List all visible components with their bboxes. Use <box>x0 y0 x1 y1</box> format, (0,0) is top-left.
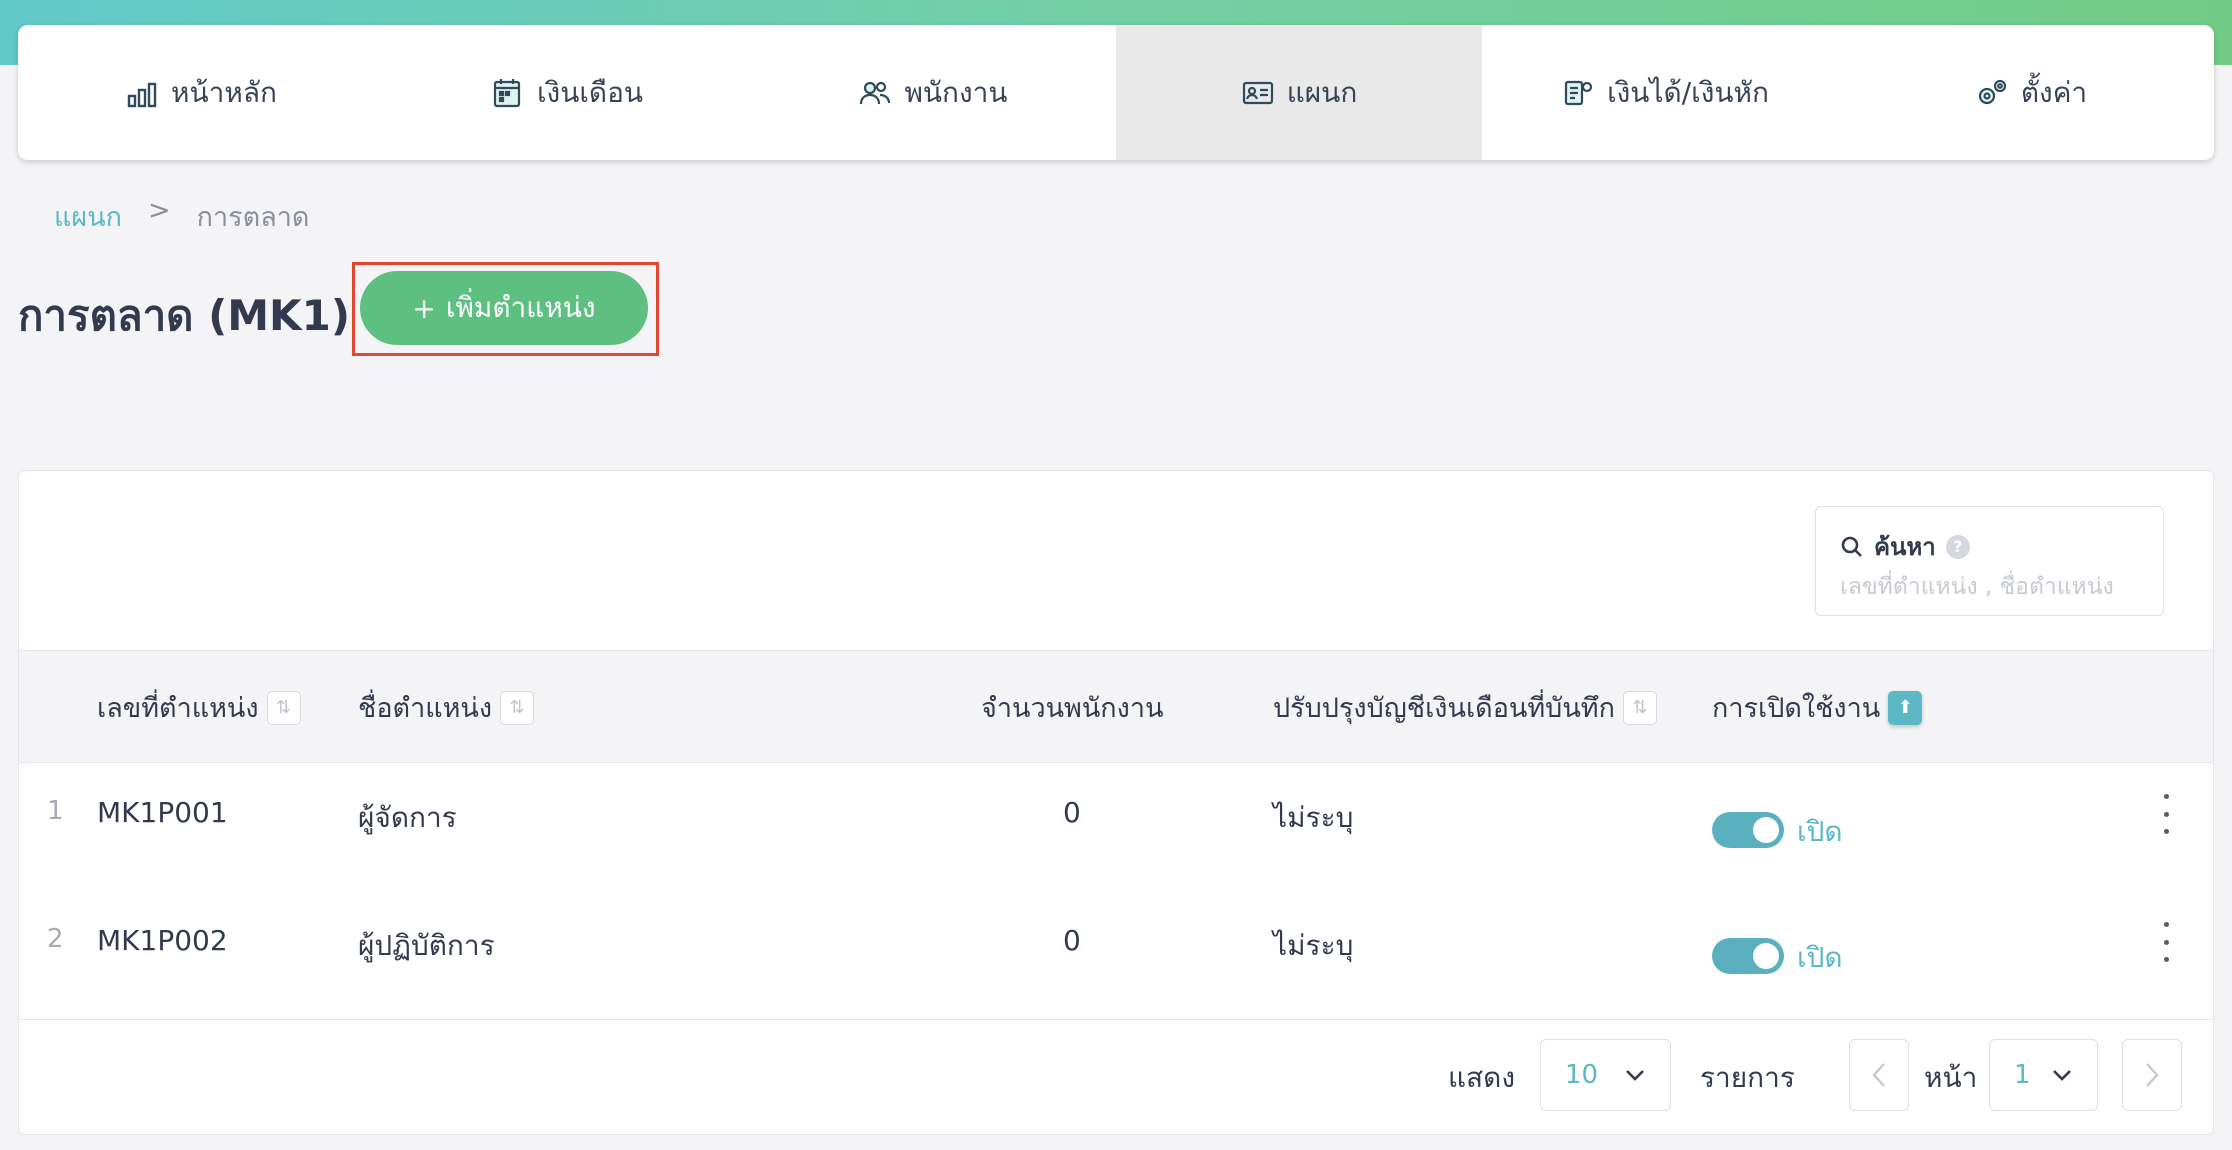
page-label: หน้า <box>1924 1061 1978 1094</box>
calendar-icon <box>493 78 521 107</box>
payroll-update: ไม่ระบุ <box>1273 929 1354 962</box>
users-icon <box>860 81 891 104</box>
gear-icon <box>1978 79 2006 104</box>
nav-label: เงินได้/เงินหัก <box>1607 75 1769 109</box>
position-name: ผู้ปฏิบัติการ <box>358 929 495 962</box>
breadcrumb: แผนก > การตลาด <box>54 195 309 238</box>
more-actions-icon[interactable] <box>2156 922 2176 962</box>
search-icon <box>1841 536 1862 557</box>
main-nav: หน้าหลัก เงินเดือน พนักงาน แผนก เงินได้/… <box>18 25 2214 160</box>
header-employee-count: จำนวนพนักงาน <box>981 651 1163 764</box>
id-card-icon <box>1242 81 1273 104</box>
breadcrumb-current: การตลาด <box>196 202 310 233</box>
chevron-right-icon <box>2146 1063 2159 1087</box>
sort-icon[interactable]: ⇅ <box>1622 690 1657 725</box>
nav-item-settings[interactable]: ตั้งค่า <box>1848 25 2214 160</box>
header-label: จำนวนพนักงาน <box>981 693 1164 724</box>
table-header: เลขที่ตำแหน่ง ⇅ ชื่อตำแหน่ง ⇅ จำนวนพนักง… <box>19 650 2213 763</box>
search-box[interactable]: ค้นหา ? <box>1815 506 2164 616</box>
more-actions-icon[interactable] <box>2156 794 2176 834</box>
row-index: 2 <box>47 924 64 954</box>
header-label: การเปิดใช้งาน <box>1712 693 1881 724</box>
row-index: 1 <box>47 796 64 826</box>
table-row: 1 MK1P001 ผู้จัดการ 0 ไม่ระบุ เปิด <box>19 764 2213 892</box>
prev-page-button[interactable] <box>1849 1039 1909 1111</box>
page-value: 1 <box>2014 1060 2031 1090</box>
nav-item-income-deduction[interactable]: เงินได้/เงินหัก <box>1482 25 1848 160</box>
header-position-code[interactable]: เลขที่ตำแหน่ง ⇅ <box>97 651 301 764</box>
header-position-name[interactable]: ชื่อตำแหน่ง ⇅ <box>358 651 535 764</box>
sort-up-icon[interactable]: ⬆ <box>1888 690 1923 725</box>
nav-label: หน้าหลัก <box>171 75 277 109</box>
header-label: ชื่อตำแหน่ง <box>358 693 493 724</box>
position-code: MK1P001 <box>97 796 228 829</box>
next-page-button[interactable] <box>2122 1039 2182 1111</box>
page-size-select[interactable]: 10 <box>1540 1039 1671 1111</box>
nav-label: ตั้งค่า <box>2020 75 2088 109</box>
position-name: ผู้จัดการ <box>358 801 457 834</box>
breadcrumb-separator: > <box>148 195 171 226</box>
toggle-status: เปิด <box>1797 941 1843 974</box>
add-position-label: เพิ่มตำแหน่ง <box>445 291 596 324</box>
sort-icon[interactable]: ⇅ <box>266 690 301 725</box>
breadcrumb-link-department[interactable]: แผนก <box>54 195 122 238</box>
nav-item-employees[interactable]: พนักงาน <box>750 25 1116 160</box>
nav-item-salary[interactable]: เงินเดือน <box>384 25 750 160</box>
enabled-toggle[interactable] <box>1712 812 1784 848</box>
bar-chart-icon <box>127 82 157 107</box>
chevron-down-icon <box>2053 1070 2071 1081</box>
search-label: ค้นหา <box>1874 533 1936 561</box>
search-label-group: ค้นหา ? <box>1840 527 1970 566</box>
search-input[interactable] <box>1840 567 2140 607</box>
table-row: 2 MK1P002 ผู้ปฏิบัติการ 0 ไม่ระบุ เปิด <box>19 892 2213 1020</box>
enabled-toggle[interactable] <box>1712 938 1784 974</box>
employee-count: 0 <box>1063 796 1081 829</box>
nav-item-department[interactable]: แผนก <box>1116 25 1482 160</box>
page-title: การตลาด (MK1) <box>18 291 351 340</box>
toggle-status: เปิด <box>1797 815 1843 848</box>
sort-icon[interactable]: ⇅ <box>500 690 535 725</box>
payroll-update: ไม่ระบุ <box>1273 801 1354 834</box>
nav-label: เงินเดือน <box>536 75 644 109</box>
add-position-button[interactable]: + เพิ่มตำแหน่ง <box>360 271 648 345</box>
nav-label: พนักงาน <box>904 75 1008 109</box>
header-payroll-update[interactable]: ปรับปรุงบัญชีเงินเดือนที่บันทึก ⇅ <box>1273 651 1657 764</box>
chevron-down-icon <box>1626 1070 1644 1081</box>
position-code: MK1P002 <box>97 924 228 957</box>
employee-count: 0 <box>1063 924 1081 957</box>
show-label: แสดง <box>1448 1061 1515 1094</box>
money-icon <box>1564 80 1593 105</box>
plus-icon: + <box>412 291 436 325</box>
header-label: เลขที่ตำแหน่ง <box>97 693 259 724</box>
footer-divider <box>19 1019 2213 1020</box>
header-enabled[interactable]: การเปิดใช้งาน ⬆ <box>1712 651 1923 764</box>
header-label: ปรับปรุงบัญชีเงินเดือนที่บันทึก <box>1273 693 1615 724</box>
nav-label: แผนก <box>1286 75 1358 109</box>
items-label: รายการ <box>1700 1061 1795 1094</box>
nav-item-home[interactable]: หน้าหลัก <box>18 25 384 160</box>
page-size-value: 10 <box>1565 1060 1599 1090</box>
page-select[interactable]: 1 <box>1989 1039 2098 1111</box>
help-icon[interactable]: ? <box>1945 534 1970 559</box>
chevron-left-icon <box>1872 1063 1885 1087</box>
